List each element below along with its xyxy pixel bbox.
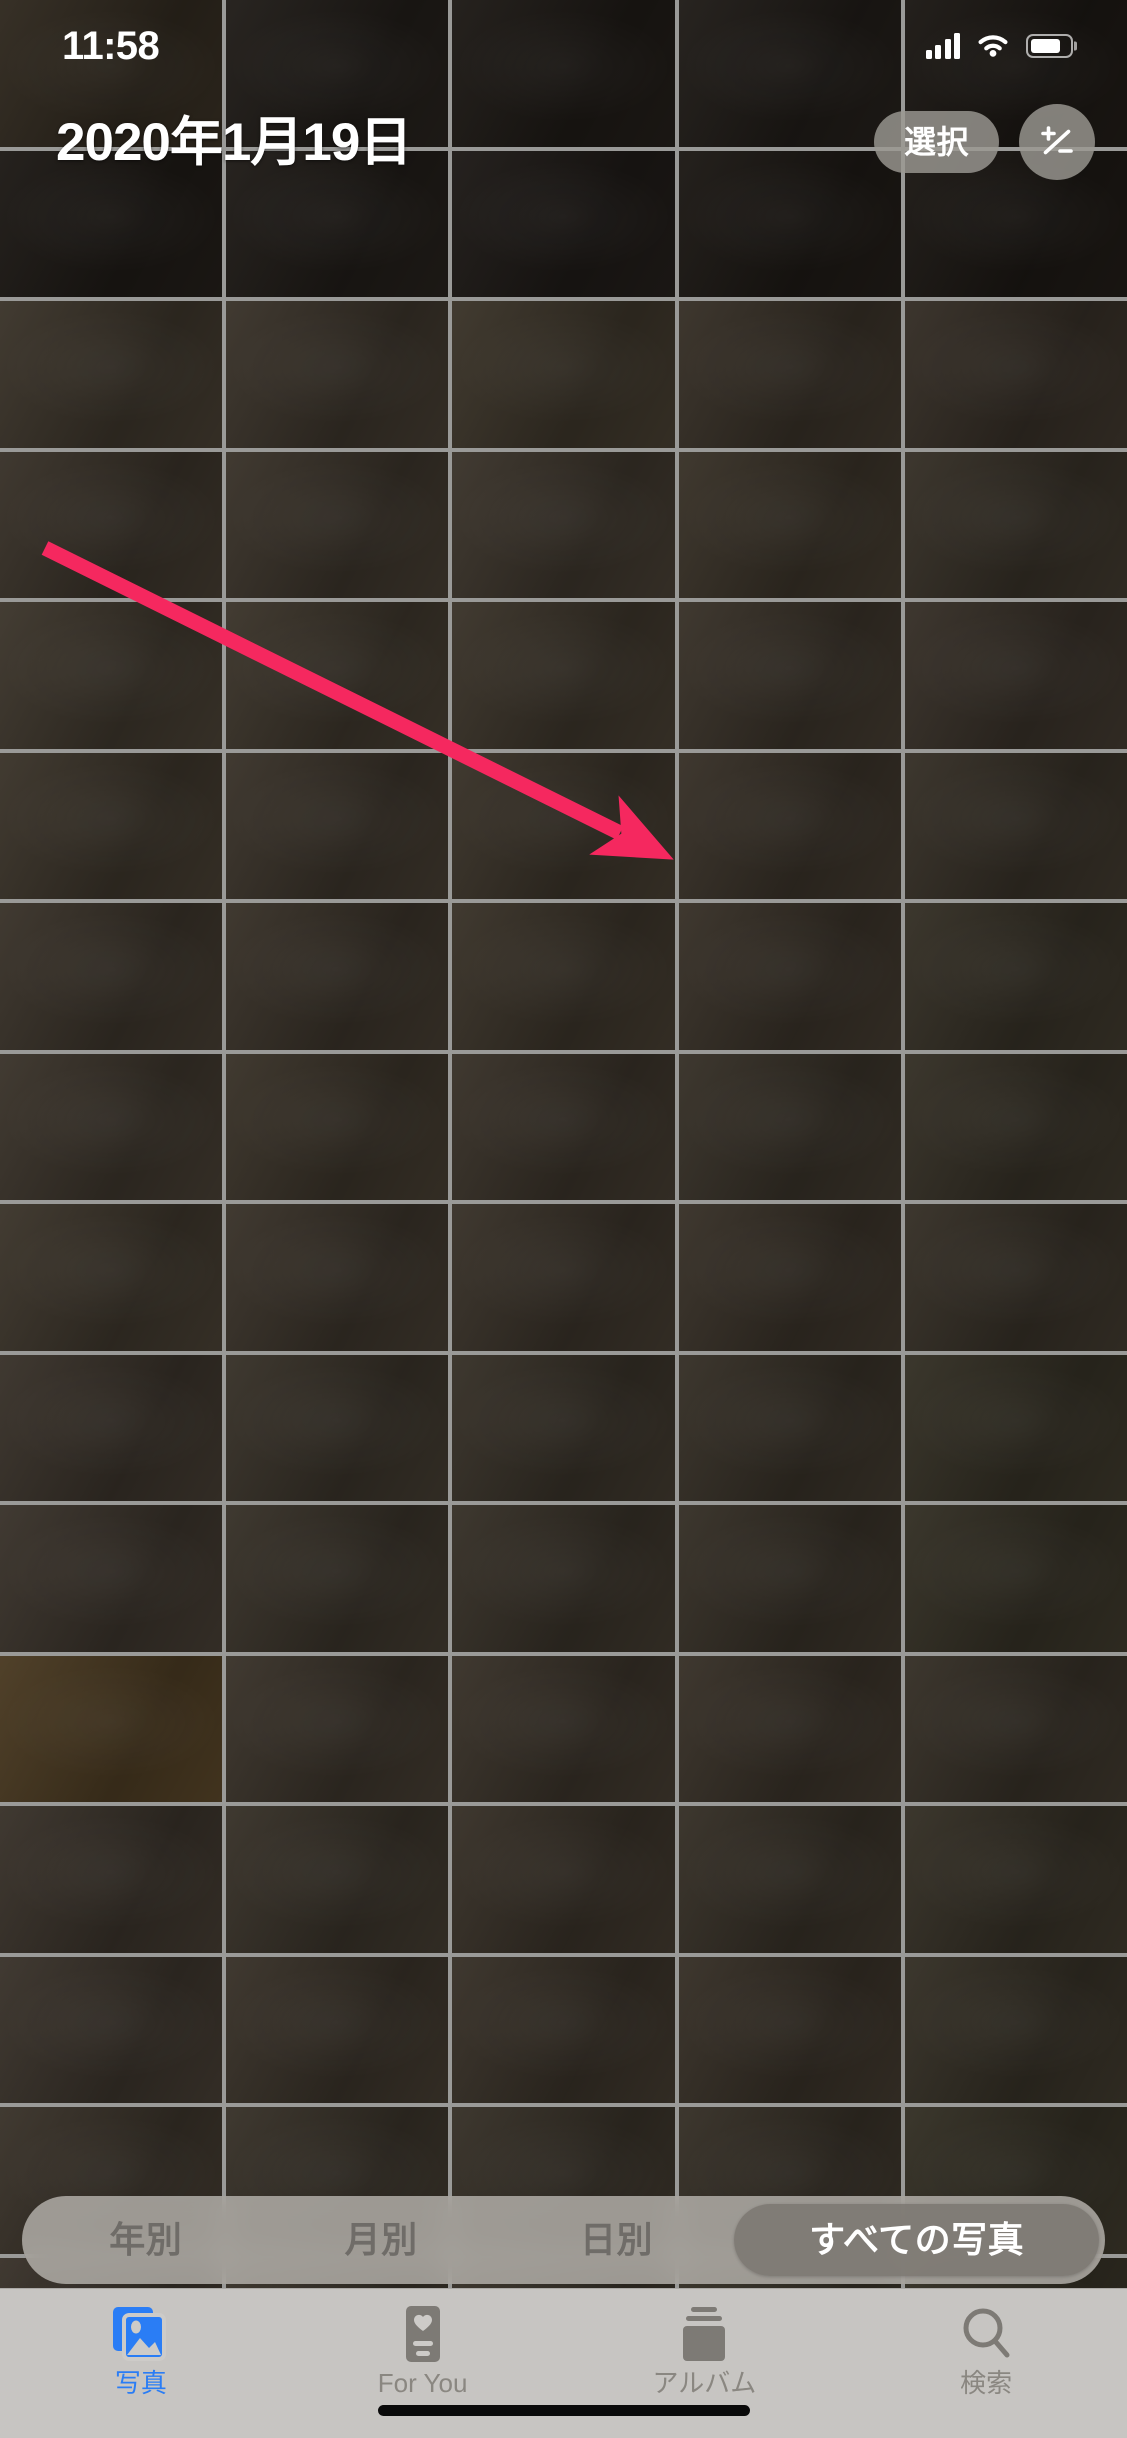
photo-thumbnail[interactable]	[904, 752, 1127, 899]
page-title: 2020年1月19日	[56, 112, 412, 172]
photo-thumbnail[interactable]	[904, 1354, 1127, 1501]
home-indicator[interactable]	[377, 2405, 750, 2416]
photo-thumbnail[interactable]	[226, 1505, 449, 1652]
photo-thumbnail[interactable]	[452, 752, 675, 899]
photo-thumbnail[interactable]	[678, 1204, 901, 1351]
segment-4[interactable]: すべての写真	[734, 2204, 1100, 2276]
photo-thumbnail[interactable]	[226, 1806, 449, 1953]
photo-thumbnail[interactable]	[452, 1204, 675, 1351]
photo-thumbnail[interactable]	[0, 1956, 223, 2103]
tab-item-albums[interactable]: アルバム	[564, 2303, 846, 2396]
tab-label: 検索	[960, 2368, 1013, 2398]
photo-thumbnail[interactable]	[226, 1354, 449, 1501]
photo-thumbnail[interactable]	[0, 451, 223, 598]
tab-item-photos[interactable]: 写真	[0, 2303, 282, 2396]
photo-thumbnail[interactable]	[678, 1354, 901, 1501]
photo-thumbnail[interactable]	[904, 301, 1127, 448]
photo-thumbnail[interactable]	[226, 1655, 449, 1802]
photo-thumbnail[interactable]	[678, 451, 901, 598]
photo-thumbnail[interactable]	[678, 1505, 901, 1652]
photo-thumbnail[interactable]	[904, 903, 1127, 1050]
photo-thumbnail[interactable]	[678, 1053, 901, 1200]
photo-thumbnail[interactable]	[452, 1505, 675, 1652]
zoom-level-button[interactable]	[1019, 104, 1095, 180]
photo-thumbnail[interactable]	[452, 903, 675, 1050]
photo-thumbnail[interactable]	[678, 1655, 901, 1802]
photo-thumbnail[interactable]	[452, 1956, 675, 2103]
photo-thumbnail[interactable]	[0, 602, 223, 749]
photo-thumbnail[interactable]	[452, 451, 675, 598]
photo-thumbnail[interactable]	[678, 903, 901, 1050]
photo-thumbnail[interactable]	[452, 1655, 675, 1802]
photo-thumbnail[interactable]	[904, 1956, 1127, 2103]
navigation-bar: 2020年1月19日 選択	[0, 92, 1127, 192]
photo-thumbnail[interactable]	[904, 1655, 1127, 1802]
photo-thumbnail[interactable]	[904, 1806, 1127, 1953]
tab-item-for-you[interactable]: For You	[282, 2303, 564, 2396]
photo-thumbnail[interactable]	[452, 1053, 675, 1200]
view-mode-segmented-control[interactable]: 年別 月別 日別 すべての写真	[22, 2196, 1105, 2284]
photo-thumbnail[interactable]	[678, 602, 901, 749]
select-button[interactable]: 選択	[873, 111, 999, 173]
photo-thumbnail[interactable]	[0, 1655, 223, 1802]
photo-thumbnail[interactable]	[0, 1053, 223, 1200]
photo-thumbnail[interactable]	[226, 301, 449, 448]
albums-icon	[678, 2303, 730, 2365]
photo-thumbnail[interactable]	[904, 1505, 1127, 1652]
photo-thumbnail[interactable]	[678, 752, 901, 899]
photo-thumbnail[interactable]	[904, 451, 1127, 598]
photo-thumbnail[interactable]	[0, 1354, 223, 1501]
photo-thumbnail[interactable]	[678, 1956, 901, 2103]
photo-thumbnail[interactable]	[226, 752, 449, 899]
plus-minus-zoom-icon	[1041, 126, 1073, 155]
photo-thumbnail[interactable]	[0, 1806, 223, 1953]
photo-thumbnail[interactable]	[452, 1354, 675, 1501]
tab-label: アルバム	[652, 2368, 757, 2398]
photo-thumbnail[interactable]	[904, 1053, 1127, 1200]
photo-thumbnail[interactable]	[226, 1956, 449, 2103]
photo-thumbnail[interactable]	[678, 1806, 901, 1953]
photo-thumbnail[interactable]	[452, 301, 675, 448]
photo-thumbnail[interactable]	[226, 1053, 449, 1200]
for-you-icon	[401, 2303, 445, 2365]
photo-thumbnail[interactable]	[0, 1505, 223, 1652]
photo-thumbnail[interactable]	[0, 752, 223, 899]
segment-3[interactable]: 日別	[499, 2204, 734, 2276]
photo-thumbnail[interactable]	[226, 903, 449, 1050]
tab-item-search[interactable]: 検索	[845, 2303, 1127, 2396]
photo-thumbnail[interactable]	[0, 1204, 223, 1351]
photo-thumbnail[interactable]	[226, 1204, 449, 1351]
photo-thumbnail[interactable]	[226, 451, 449, 598]
photo-grid[interactable]	[0, 0, 1127, 2288]
photo-thumbnail[interactable]	[452, 602, 675, 749]
photo-thumbnail[interactable]	[0, 301, 223, 448]
nav-actions: 選択	[873, 104, 1095, 180]
photo-thumbnail[interactable]	[0, 903, 223, 1050]
tab-label: 写真	[114, 2368, 167, 2398]
photos-icon	[111, 2303, 171, 2365]
segment-2[interactable]: 月別	[263, 2204, 498, 2276]
photo-thumbnail[interactable]	[226, 602, 449, 749]
search-icon	[960, 2303, 1012, 2365]
photo-thumbnail[interactable]	[904, 1204, 1127, 1351]
photo-thumbnail[interactable]	[678, 301, 901, 448]
segment-1[interactable]: 年別	[28, 2204, 263, 2276]
photo-thumbnail[interactable]	[452, 1806, 675, 1953]
tab-label: For You	[377, 2368, 468, 2398]
photo-thumbnail[interactable]	[904, 602, 1127, 749]
